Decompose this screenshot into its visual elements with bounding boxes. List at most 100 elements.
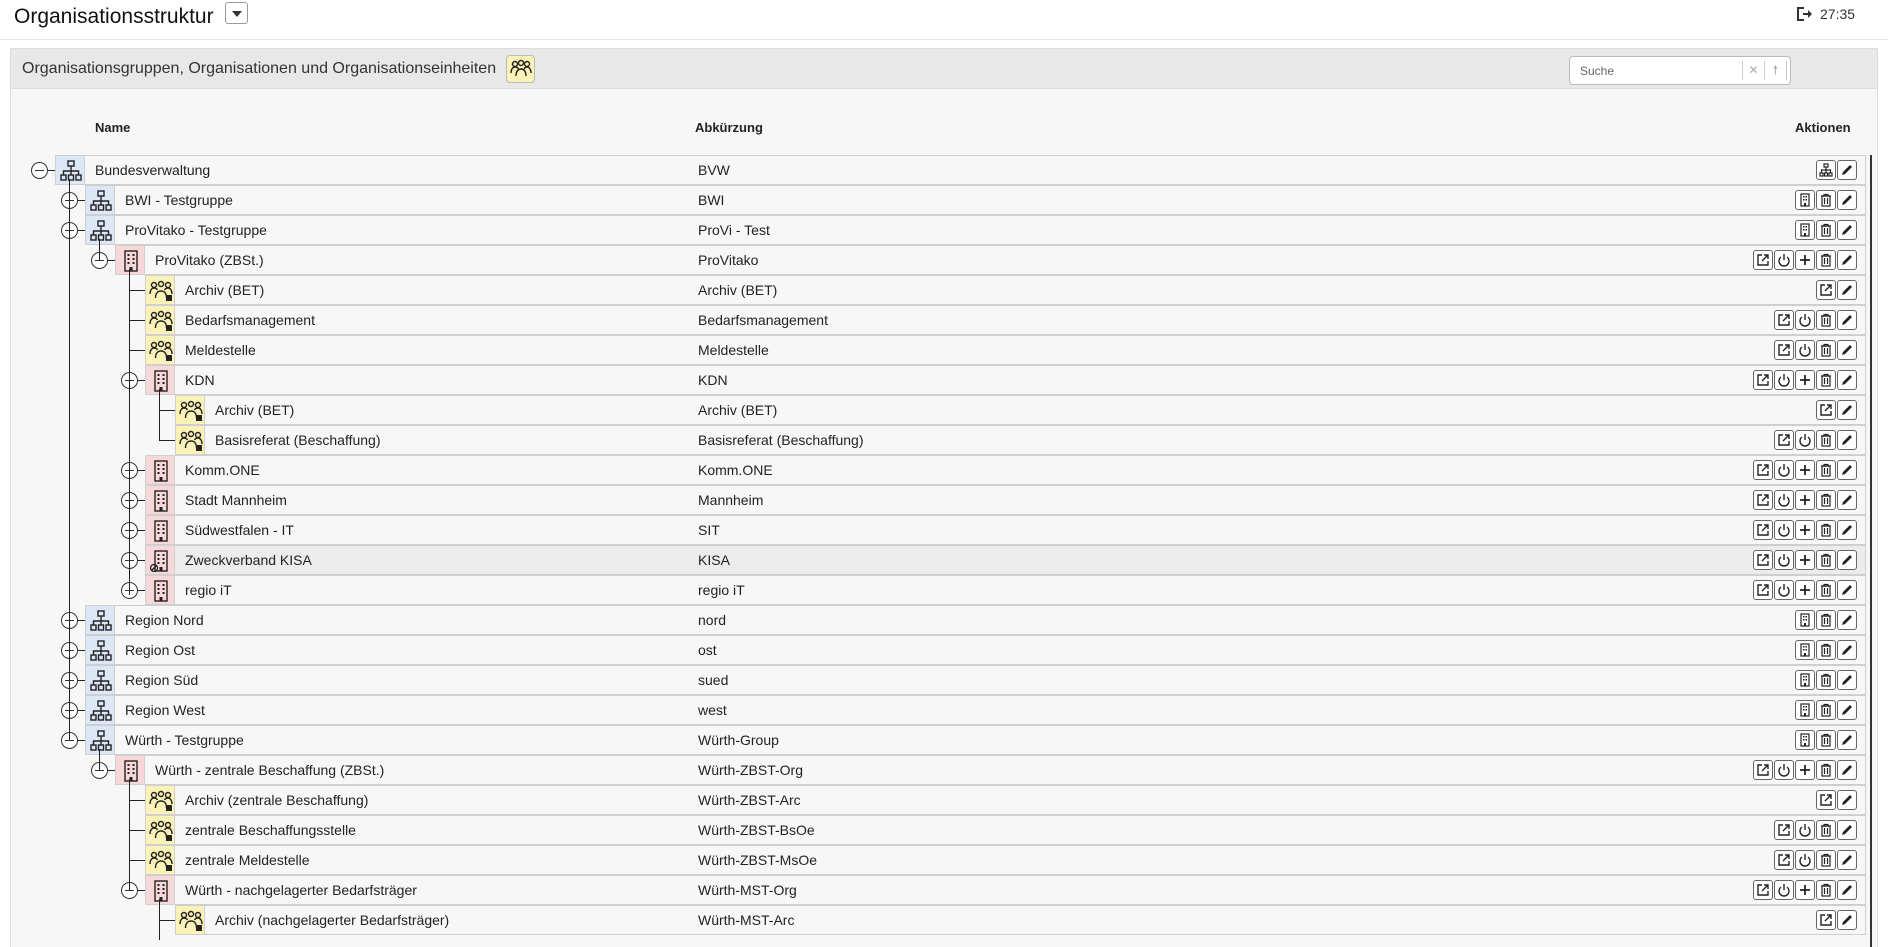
- delete-button[interactable]: [1816, 340, 1836, 360]
- delete-button[interactable]: [1816, 610, 1836, 630]
- add-unit-button[interactable]: [1795, 370, 1815, 390]
- delete-button[interactable]: [1816, 190, 1836, 210]
- delete-button[interactable]: [1816, 370, 1836, 390]
- open-button[interactable]: [1753, 250, 1773, 270]
- edit-button[interactable]: [1837, 610, 1857, 630]
- logout-icon[interactable]: [1795, 5, 1813, 23]
- tree-row[interactable]: Würth - nachgelagerter Bedarfsträger Würt…: [0, 875, 1880, 905]
- hierarchy-button[interactable]: [1816, 160, 1836, 180]
- add-unit-button[interactable]: [1795, 760, 1815, 780]
- open-button[interactable]: [1774, 310, 1794, 330]
- tree-row[interactable]: Komm.ONE Komm.ONE: [0, 455, 1880, 485]
- power-button[interactable]: [1774, 550, 1794, 570]
- open-button[interactable]: [1753, 520, 1773, 540]
- open-button[interactable]: [1816, 910, 1836, 930]
- edit-button[interactable]: [1837, 820, 1857, 840]
- edit-button[interactable]: [1837, 520, 1857, 540]
- edit-button[interactable]: [1837, 400, 1857, 420]
- power-button[interactable]: [1795, 850, 1815, 870]
- power-button[interactable]: [1774, 370, 1794, 390]
- tree-row[interactable]: Zweckverband KISA KISA: [0, 545, 1880, 575]
- edit-button[interactable]: [1837, 880, 1857, 900]
- tree-row[interactable]: Region West west: [0, 695, 1880, 725]
- edit-button[interactable]: [1837, 160, 1857, 180]
- power-button[interactable]: [1795, 430, 1815, 450]
- search-clear-button[interactable]: ✕: [1742, 61, 1764, 80]
- power-button[interactable]: [1774, 490, 1794, 510]
- tree-row[interactable]: Region Ost ost: [0, 635, 1880, 665]
- tree-row[interactable]: zentrale Meldestelle Würth-ZBST-MsOe: [0, 845, 1880, 875]
- add-unit-button[interactable]: [1795, 490, 1815, 510]
- edit-button[interactable]: [1837, 640, 1857, 660]
- title-dropdown-button[interactable]: [225, 2, 248, 24]
- delete-button[interactable]: [1816, 550, 1836, 570]
- tree-row[interactable]: KDN KDN: [0, 365, 1880, 395]
- power-button[interactable]: [1795, 340, 1815, 360]
- edit-button[interactable]: [1837, 700, 1857, 720]
- tree-row[interactable]: regio iT regio iT: [0, 575, 1880, 605]
- power-button[interactable]: [1795, 310, 1815, 330]
- tree-row[interactable]: Meldestelle Meldestelle: [0, 335, 1880, 365]
- edit-button[interactable]: [1837, 850, 1857, 870]
- add-unit-button[interactable]: [1795, 250, 1815, 270]
- tree-row[interactable]: Stadt Mannheim Mannheim: [0, 485, 1880, 515]
- add-organisation-button[interactable]: [1795, 220, 1815, 240]
- open-button[interactable]: [1753, 460, 1773, 480]
- add-unit-button[interactable]: [1795, 460, 1815, 480]
- org-units-filter-button[interactable]: [506, 55, 535, 83]
- tree-row[interactable]: Bundesverwaltung BVW: [0, 155, 1880, 185]
- open-button[interactable]: [1753, 550, 1773, 570]
- add-unit-button[interactable]: [1795, 520, 1815, 540]
- tree-row[interactable]: Archiv (BET) Archiv (BET): [0, 395, 1880, 425]
- add-organisation-button[interactable]: [1795, 610, 1815, 630]
- delete-button[interactable]: [1816, 820, 1836, 840]
- tree-row[interactable]: Bedarfsmanagement Bedarfsmanagement: [0, 305, 1880, 335]
- add-organisation-button[interactable]: [1795, 190, 1815, 210]
- tree-row[interactable]: Basisreferat (Beschaffung) Basisreferat (…: [0, 425, 1880, 455]
- edit-button[interactable]: [1837, 460, 1857, 480]
- tree-row[interactable]: Archiv (zentrale Beschaffung) Würth-ZBST-…: [0, 785, 1880, 815]
- tree-row[interactable]: Archiv (BET) Archiv (BET): [0, 275, 1880, 305]
- edit-button[interactable]: [1837, 340, 1857, 360]
- tree-row[interactable]: Archiv (nachgelagerter Bedarfsträger) Wür…: [0, 905, 1880, 935]
- delete-button[interactable]: [1816, 430, 1836, 450]
- open-button[interactable]: [1816, 400, 1836, 420]
- add-unit-button[interactable]: [1795, 580, 1815, 600]
- delete-button[interactable]: [1816, 760, 1836, 780]
- tree-row[interactable]: Würth - Testgruppe Würth-Group: [0, 725, 1880, 755]
- power-button[interactable]: [1795, 820, 1815, 840]
- edit-button[interactable]: [1837, 310, 1857, 330]
- delete-button[interactable]: [1816, 580, 1836, 600]
- search-prev-button[interactable]: 🠕: [1764, 61, 1786, 80]
- edit-button[interactable]: [1837, 670, 1857, 690]
- delete-button[interactable]: [1816, 730, 1836, 750]
- edit-button[interactable]: [1837, 430, 1857, 450]
- power-button[interactable]: [1774, 880, 1794, 900]
- open-button[interactable]: [1774, 340, 1794, 360]
- tree-row[interactable]: Südwestfalen - IT SIT: [0, 515, 1880, 545]
- collapse-toggle[interactable]: [31, 162, 48, 179]
- delete-button[interactable]: [1816, 520, 1836, 540]
- delete-button[interactable]: [1816, 670, 1836, 690]
- edit-button[interactable]: [1837, 370, 1857, 390]
- power-button[interactable]: [1774, 520, 1794, 540]
- delete-button[interactable]: [1816, 490, 1836, 510]
- delete-button[interactable]: [1816, 310, 1836, 330]
- add-unit-button[interactable]: [1795, 550, 1815, 570]
- scrollbar[interactable]: [1870, 155, 1872, 947]
- power-button[interactable]: [1774, 760, 1794, 780]
- tree-row[interactable]: ProVitako (ZBSt.) ProVitako: [0, 245, 1880, 275]
- add-organisation-button[interactable]: [1795, 730, 1815, 750]
- open-button[interactable]: [1774, 850, 1794, 870]
- search-next-button[interactable]: [1786, 61, 1792, 80]
- tree-row[interactable]: BWI - Testgruppe BWI: [0, 185, 1880, 215]
- tree-row[interactable]: Region Nord nord: [0, 605, 1880, 635]
- tree-row[interactable]: Würth - zentrale Beschaffung (ZBSt.) Würt…: [0, 755, 1880, 785]
- edit-button[interactable]: [1837, 910, 1857, 930]
- open-button[interactable]: [1753, 490, 1773, 510]
- edit-button[interactable]: [1837, 490, 1857, 510]
- add-unit-button[interactable]: [1795, 880, 1815, 900]
- open-button[interactable]: [1816, 790, 1836, 810]
- open-button[interactable]: [1753, 580, 1773, 600]
- open-button[interactable]: [1816, 280, 1836, 300]
